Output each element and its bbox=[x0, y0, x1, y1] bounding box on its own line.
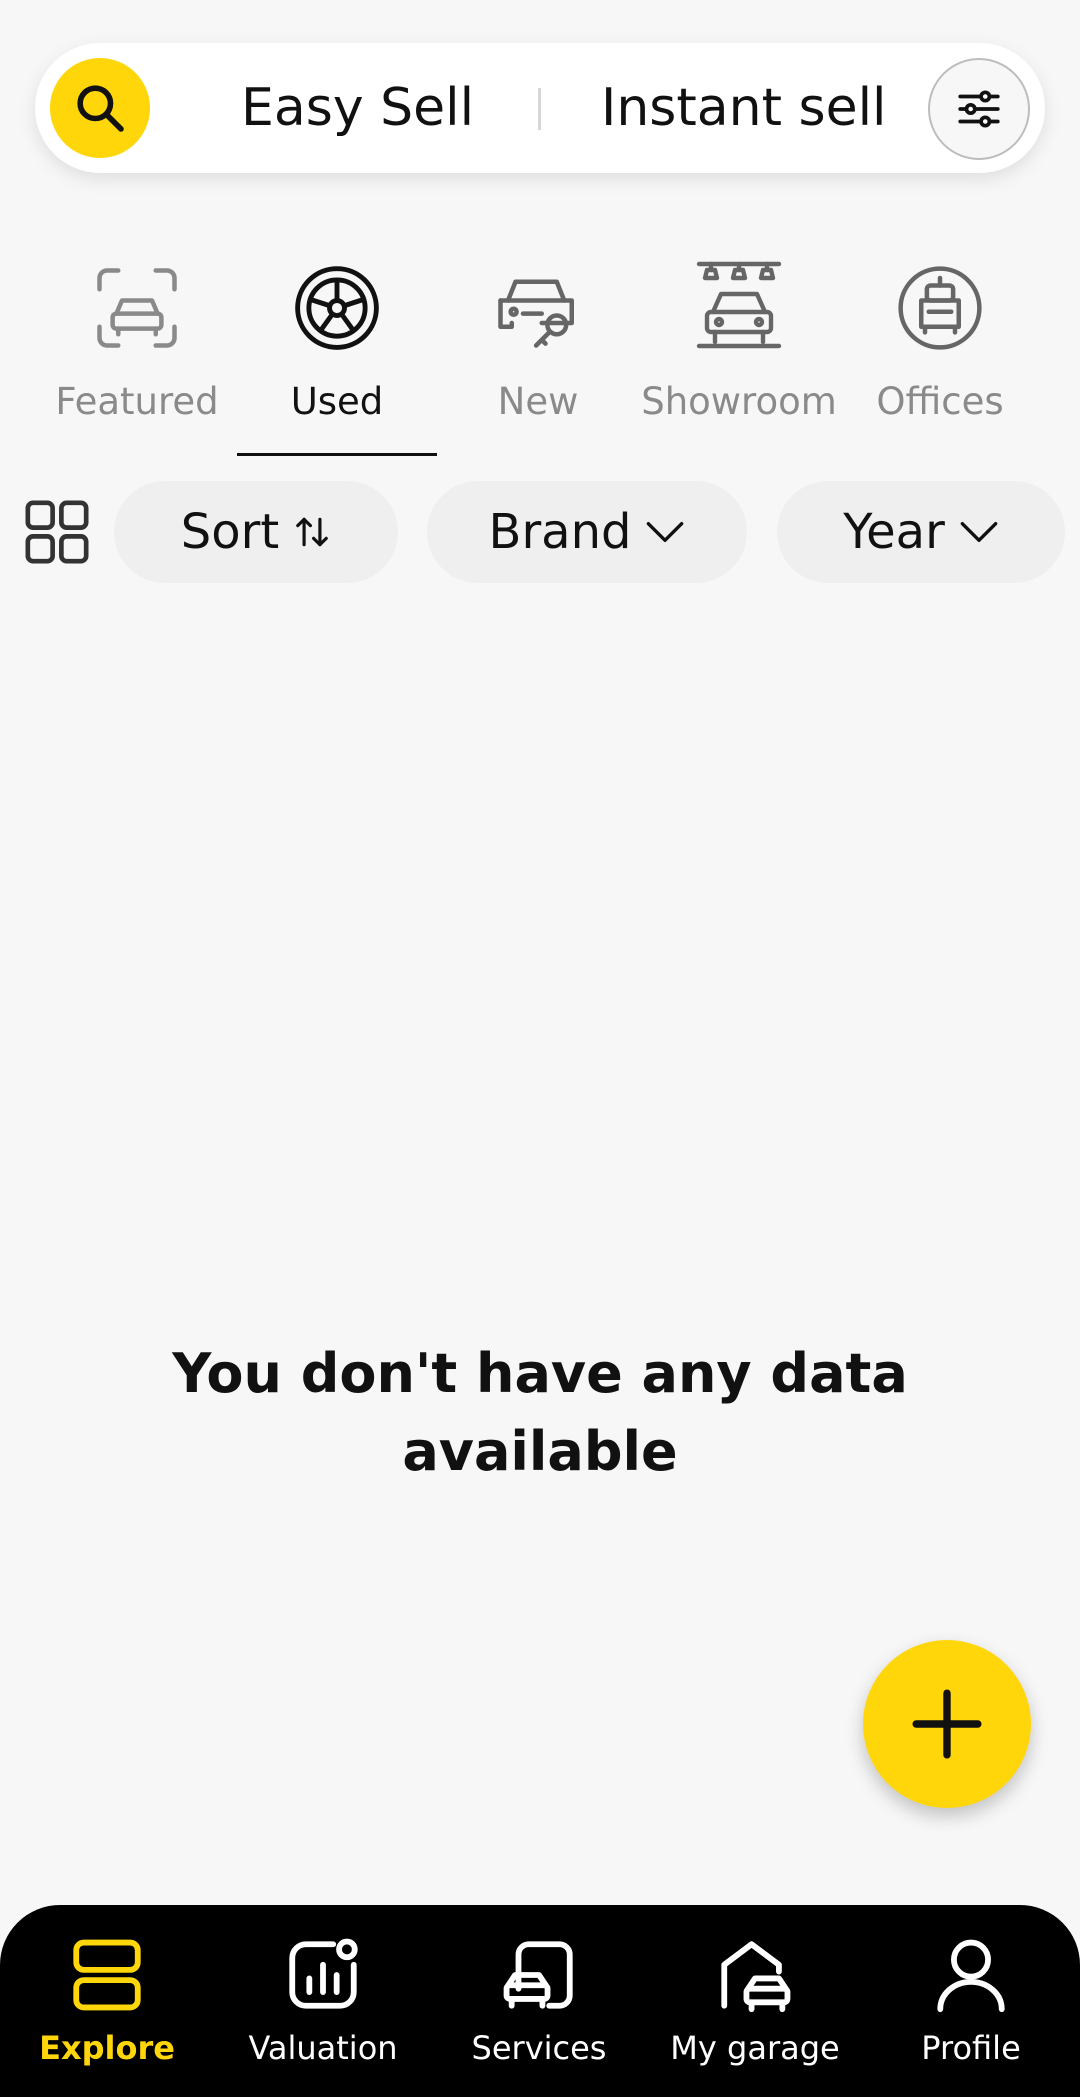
year-chip[interactable]: Year bbox=[777, 481, 1065, 583]
sort-chip[interactable]: Sort bbox=[114, 481, 398, 583]
nav-profile[interactable]: Profile bbox=[871, 1927, 1071, 2097]
plus-icon bbox=[912, 1689, 982, 1759]
garage-icon bbox=[721, 1941, 791, 2013]
valuation-icon bbox=[289, 1938, 358, 2009]
brand-chip[interactable]: Brand bbox=[427, 481, 747, 583]
grid-view-toggle[interactable] bbox=[22, 497, 92, 567]
tab-new-label: New bbox=[497, 380, 579, 423]
sliders-icon bbox=[958, 90, 1000, 128]
grid-icon bbox=[25, 500, 89, 564]
nav-valuation[interactable]: Valuation bbox=[223, 1927, 423, 2097]
year-label: Year bbox=[843, 504, 945, 560]
office-icon bbox=[898, 266, 982, 350]
nav-valuation-label: Valuation bbox=[248, 2029, 398, 2067]
empty-state-message: You don't have any data available bbox=[140, 1335, 940, 1491]
empty-state-line-1: You don't have any data bbox=[172, 1342, 908, 1405]
tab-showroom[interactable]: Showroom bbox=[639, 260, 839, 460]
instant-sell-link[interactable]: Instant sell bbox=[601, 43, 887, 173]
nav-services-label: Services bbox=[471, 2029, 607, 2067]
tab-offices[interactable]: Offices bbox=[840, 260, 1040, 460]
tab-showroom-label: Showroom bbox=[641, 380, 837, 423]
easy-sell-link[interactable]: Easy Sell bbox=[241, 43, 474, 173]
filter-button[interactable] bbox=[928, 58, 1030, 160]
app-screen: Easy Sell Instant sell Featured Used New… bbox=[0, 0, 1080, 2097]
tab-featured-label: Featured bbox=[55, 380, 219, 423]
chevron-down-icon bbox=[960, 522, 998, 542]
chevron-down-icon bbox=[647, 522, 684, 542]
tab-used-label: Used bbox=[290, 380, 384, 423]
add-button[interactable] bbox=[863, 1640, 1031, 1808]
car-key-icon bbox=[498, 279, 574, 348]
divider bbox=[538, 88, 541, 130]
car-frame-icon bbox=[97, 268, 177, 348]
bottom-navigation: Explore Valuation Services My garage Pro… bbox=[0, 1905, 1080, 2097]
tab-offices-label: Offices bbox=[876, 380, 1004, 423]
wheel-icon bbox=[295, 266, 379, 350]
nav-my-garage-label: My garage bbox=[670, 2029, 840, 2067]
brand-label: Brand bbox=[488, 504, 632, 560]
profile-icon bbox=[937, 1939, 1005, 2013]
tab-used[interactable]: Used bbox=[237, 260, 437, 460]
search-button[interactable] bbox=[50, 58, 150, 158]
active-tab-underline bbox=[237, 453, 437, 456]
explore-icon bbox=[73, 1939, 141, 2011]
tab-new[interactable]: New bbox=[438, 260, 638, 460]
nav-explore[interactable]: Explore bbox=[7, 1927, 207, 2097]
search-icon bbox=[77, 85, 124, 132]
nav-profile-label: Profile bbox=[921, 2029, 1021, 2067]
tab-featured[interactable]: Featured bbox=[37, 260, 237, 460]
empty-state-line-2: available bbox=[402, 1420, 678, 1483]
services-icon bbox=[503, 1941, 573, 2009]
sort-label: Sort bbox=[180, 504, 280, 560]
nav-explore-label: Explore bbox=[39, 2029, 175, 2067]
showroom-icon bbox=[696, 261, 782, 349]
nav-services[interactable]: Services bbox=[439, 1927, 639, 2097]
nav-my-garage[interactable]: My garage bbox=[655, 1927, 855, 2097]
top-bar: Easy Sell Instant sell bbox=[35, 43, 1045, 173]
sort-arrows-icon bbox=[296, 517, 329, 547]
